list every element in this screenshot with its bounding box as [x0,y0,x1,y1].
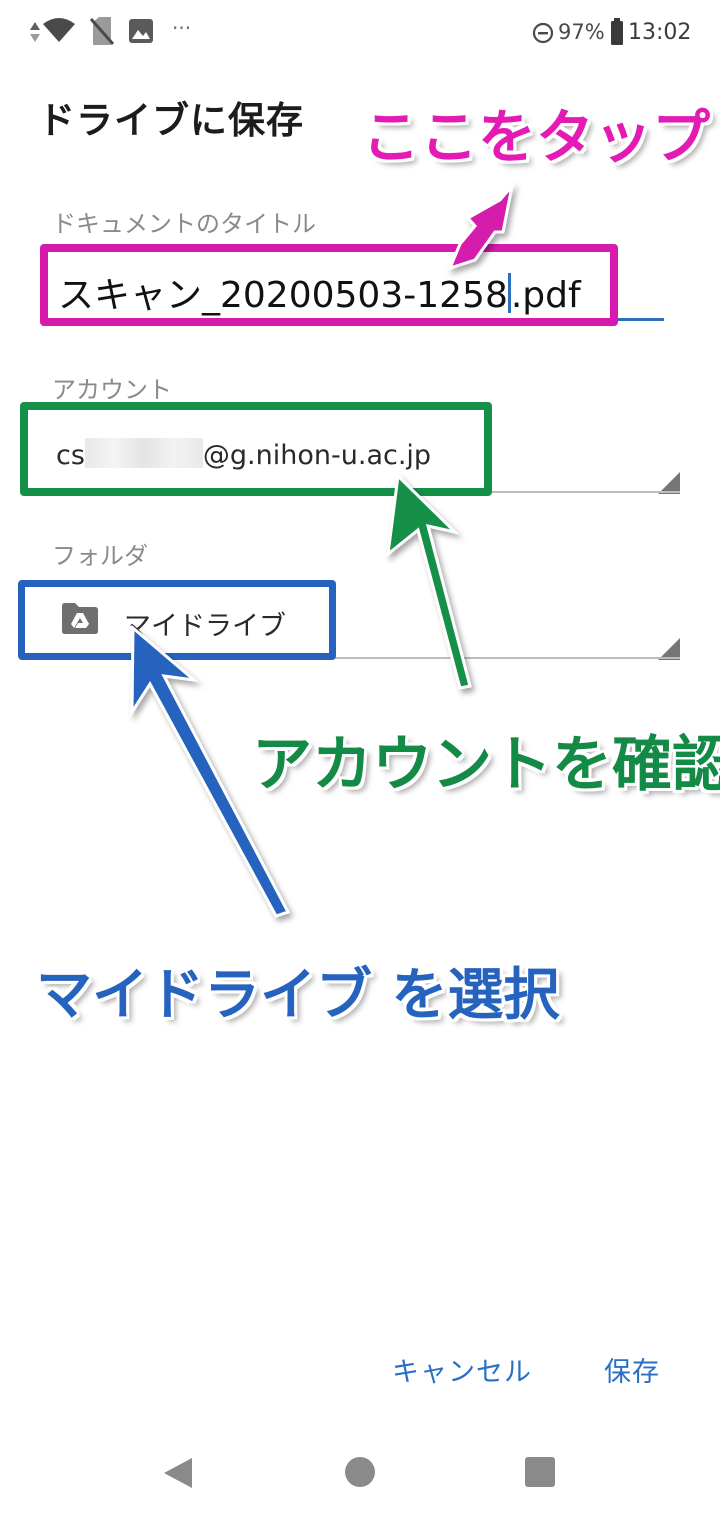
back-icon[interactable] [162,1456,194,1490]
annotation-check-account: アカウントを確認 [252,730,720,800]
green-arrow [386,472,472,690]
recents-icon[interactable] [524,1456,556,1488]
navigation-bar [0,1420,720,1520]
annotation-select-mydrive: マイドライブ を選択 [36,963,560,1028]
magenta-arrow [447,180,515,271]
annotation-tap-here: ここをタップ [362,103,711,171]
home-icon[interactable] [344,1456,376,1488]
